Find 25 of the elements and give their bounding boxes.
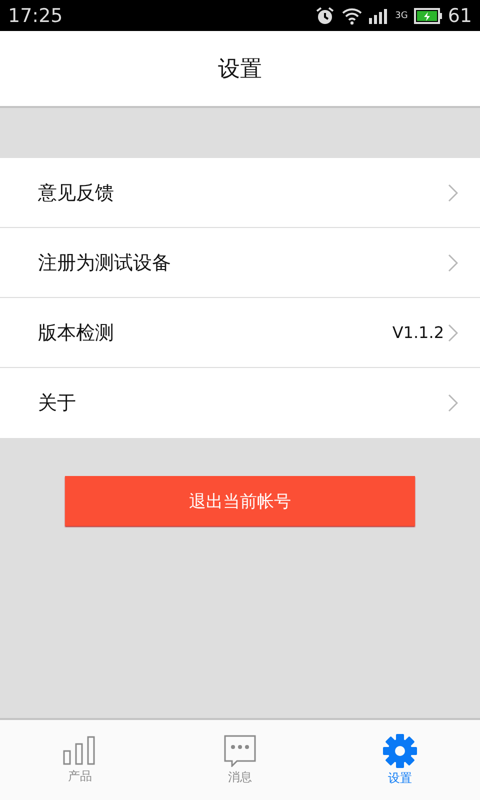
chat-bubble-icon <box>223 734 257 766</box>
bar-chart-icon <box>63 736 97 766</box>
row-label: 版本检测 <box>38 320 115 346</box>
version-text: V1.1.2 <box>392 323 444 342</box>
settings-row[interactable]: 注册为测试设备 <box>0 228 480 298</box>
row-label: 关于 <box>38 391 77 416</box>
settings-icon <box>383 734 417 768</box>
chevron-icon <box>448 324 458 342</box>
settings-row[interactable]: 意见反馈 <box>0 158 480 228</box>
chevron-icon <box>448 184 458 202</box>
settings-row[interactable]: 关于 <box>0 368 480 438</box>
status-time: 17:25 <box>8 4 64 26</box>
tab[interactable]: 设置 <box>320 720 480 800</box>
signal-icon <box>369 8 390 24</box>
chevron-icon <box>448 394 458 412</box>
alarm-icon <box>315 6 336 26</box>
chevron-icon <box>448 254 458 272</box>
row-label: 意见反馈 <box>38 180 115 206</box>
battery-icon <box>414 8 442 24</box>
wifi-icon <box>341 6 364 24</box>
page-title: 设置 <box>218 56 262 84</box>
network-type: 3G <box>395 10 408 20</box>
settings-row[interactable]: 版本检测 V1.1.2 <box>0 298 480 368</box>
battery-percent: 61 <box>448 4 472 26</box>
row-label: 注册为测试设备 <box>38 250 172 276</box>
